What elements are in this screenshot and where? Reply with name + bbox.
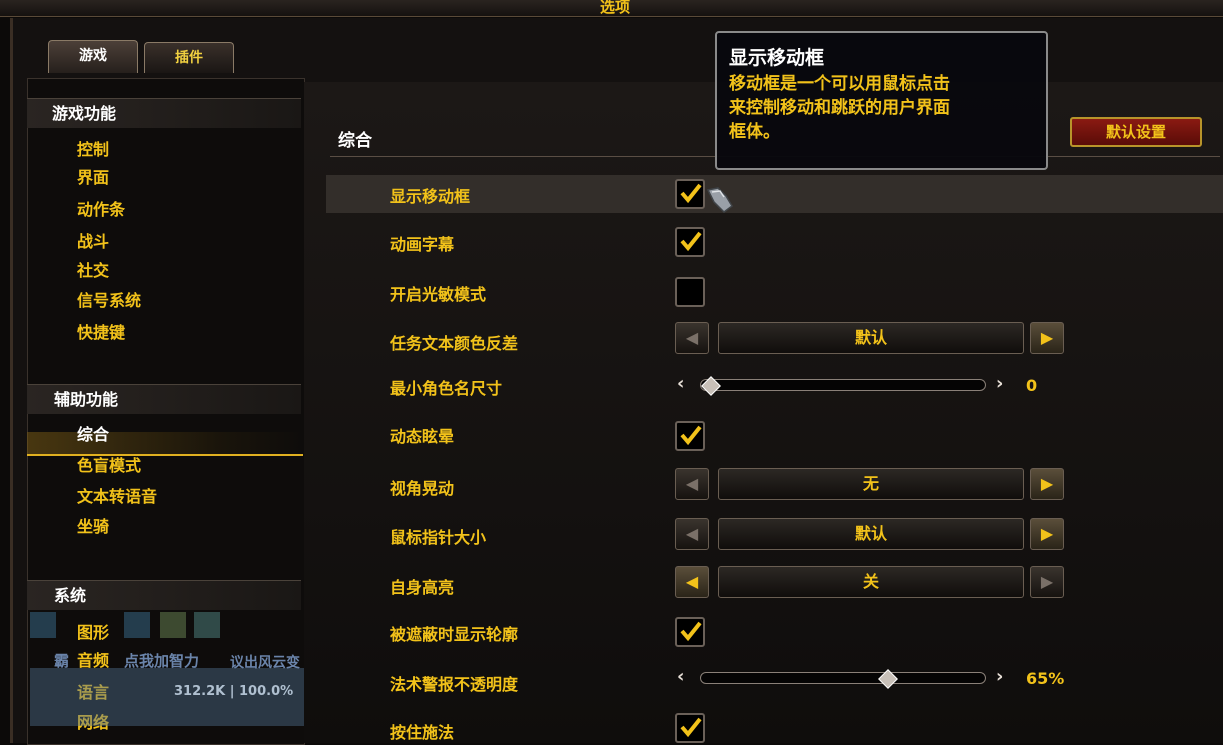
setting-label-animated-subtitles: 动画字幕 [390,235,455,254]
overlay-promo-tail: 议出风云变 [230,655,300,671]
dropdown-quest-text-contrast[interactable]: 默认 [718,322,1024,354]
tooltip-body-line: 移动框是一个可以用鼠标点击 [729,74,950,94]
arrow-right-icon: ▶ [1040,474,1054,493]
sidebar-item-combat[interactable]: 战斗 [77,232,109,252]
check-icon [680,183,702,204]
arrow-left-icon: ◀ [685,572,699,591]
overlay-icon [194,612,220,638]
overlay-icon [30,612,56,638]
sidebar-item-controls[interactable]: 控制 [77,140,109,160]
sidebar-item-interface[interactable]: 界面 [77,168,109,188]
check-icon [680,621,702,642]
checkbox-show-movement-frame[interactable] [675,179,705,209]
arrow-left-icon: ◀ [685,328,699,347]
category-accessibility[interactable]: 辅助功能 [27,384,301,414]
arrow-left-button[interactable]: ◀ [675,566,709,598]
sidebar-selection-highlight [27,432,303,456]
checkbox-photosensitive-mode[interactable] [675,277,705,307]
setting-label-self-highlight: 自身高亮 [390,578,455,597]
category-game-features[interactable]: 游戏功能 [27,98,301,128]
checkbox-press-and-hold-casting[interactable] [675,713,705,743]
dropdown-camera-shake[interactable]: 无 [718,468,1024,500]
slider-left-arrow-icon[interactable]: ‹ [677,666,684,687]
overlay-icon [124,612,150,638]
arrow-left-icon: ◀ [685,474,699,493]
slider-value-min-name-size: 0 [1026,376,1038,395]
overlay-promo: 点我加智力 [124,652,200,670]
overlay-icon [160,612,186,638]
setting-label-occluded-silhouette: 被遮蔽时显示轮廓 [390,625,519,644]
checkbox-occluded-silhouette[interactable] [675,617,705,647]
setting-label-camera-shake: 视角晃动 [390,479,455,498]
slider-value-spell-alert-opacity: 65% [1026,669,1065,688]
check-icon [680,425,702,446]
arrow-left-button[interactable]: ◀ [675,518,709,550]
stream-overlay: 霸 点我加智力 议出风云变 312.2K | 100.0% [30,612,332,726]
setting-label-photosensitive-mode: 开启光敏模式 [390,285,487,304]
setting-label-spell-alert-opacity: 法术警报不透明度 [390,675,519,694]
title-bar: 选项 [0,0,1223,17]
sidebar-item-keybindings[interactable]: 快捷键 [77,323,125,343]
sidebar-item-colorblind-mode[interactable]: 色盲模式 [77,456,141,476]
arrow-right-icon: ▶ [1040,572,1054,591]
slider-right-arrow-icon[interactable]: › [996,373,1003,394]
gauntlet-cursor-icon [706,187,733,213]
arrow-right-button[interactable]: ▶ [1030,468,1064,500]
checkbox-animated-subtitles[interactable] [675,227,705,257]
setting-label-press-and-hold-casting: 按住施法 [390,723,455,742]
checkbox-motion-sickness[interactable] [675,421,705,451]
arrow-left-icon: ◀ [685,524,699,543]
sidebar-item-social[interactable]: 社交 [77,261,109,281]
arrow-right-button[interactable]: ▶ [1030,322,1064,354]
arrow-right-icon: ▶ [1040,524,1054,543]
arrow-right-button[interactable]: ▶ [1030,566,1064,598]
setting-label-min-character-name-size: 最小角色名尺寸 [390,379,503,398]
setting-label-motion-sickness: 动态眩晕 [390,427,455,446]
window-title: 选项 [600,0,631,16]
dropdown-cursor-size[interactable]: 默认 [718,518,1024,550]
sidebar-item-general[interactable]: 综合 [77,425,109,445]
arrow-left-button[interactable]: ◀ [675,322,709,354]
tooltip-body-line: 框体。 [729,122,780,142]
check-icon [680,231,702,252]
tab-game[interactable]: 游戏 [48,40,138,73]
slider-spell-alert-opacity[interactable] [700,672,986,684]
overlay-stats: 312.2K | 100.0% [174,684,294,699]
sidebar-item-action-bars[interactable]: 动作条 [77,200,125,220]
slider-right-arrow-icon[interactable]: › [996,666,1003,687]
sidebar-item-ping-system[interactable]: 信号系统 [77,291,141,311]
tab-addons[interactable]: 插件 [144,42,234,73]
setting-label-show-movement-frame: 显示移动框 [390,187,471,206]
tooltip-body-line: 来控制移动和跳跃的用户界面 [729,98,950,118]
category-system[interactable]: 系统 [27,580,301,610]
section-title: 综合 [338,131,372,151]
slider-left-arrow-icon[interactable]: ‹ [677,373,684,394]
arrow-left-button[interactable]: ◀ [675,468,709,500]
setting-label-cursor-size: 鼠标指针大小 [390,528,487,547]
dropdown-self-highlight[interactable]: 关 [718,566,1024,598]
tooltip: 显示移动框 移动框是一个可以用鼠标点击 来控制移动和跳跃的用户界面 框体。 [715,31,1048,170]
setting-label-quest-text-contrast: 任务文本颜色反差 [390,334,519,353]
sidebar-item-mounts[interactable]: 坐骑 [77,517,109,537]
check-icon [680,717,702,738]
overlay-prefix: 霸 [54,652,70,670]
defaults-button[interactable]: 默认设置 [1070,117,1202,147]
sidebar-item-text-to-speech[interactable]: 文本转语音 [77,487,157,507]
slider-min-name-size[interactable] [700,379,986,391]
arrow-right-button[interactable]: ▶ [1030,518,1064,550]
arrow-right-icon: ▶ [1040,328,1054,347]
tooltip-title: 显示移动框 [729,47,825,69]
